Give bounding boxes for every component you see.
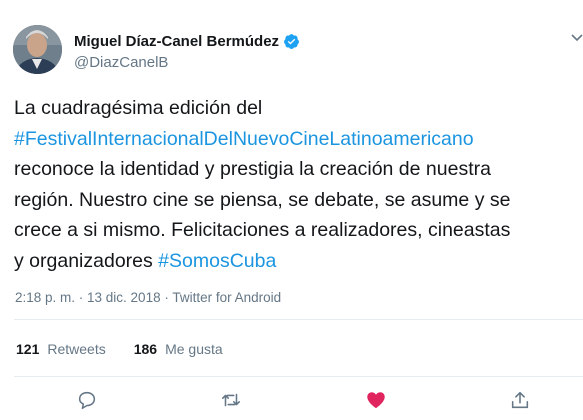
author-row: Miguel Díaz-Canel Bermúdez [74, 33, 300, 50]
divider [14, 319, 583, 320]
chevron-down-icon[interactable] [571, 31, 583, 45]
tweet-timestamp[interactable]: 2:18 p. m. · 13 dic. 2018 · Twitter for … [15, 290, 281, 305]
divider [14, 376, 583, 377]
tweet-text-segment: y organizadores [14, 249, 159, 272]
like-button[interactable] [365, 389, 389, 413]
author-name[interactable]: Miguel Díaz-Canel Bermúdez [74, 33, 279, 50]
reply-button[interactable] [76, 389, 100, 413]
retweet-icon [221, 393, 241, 407]
likes-label[interactable]: Me gusta [165, 341, 223, 357]
avatar[interactable] [13, 25, 62, 74]
heart-icon [367, 392, 385, 409]
verified-badge-icon [284, 34, 299, 49]
tweet-text-segment: reconoce la identidad y prestigia la cre… [14, 158, 491, 181]
tweet-text: La cuadragésima edición del #FestivalInte… [14, 93, 583, 277]
tweet-text-segment: La cuadragésima edición del [14, 97, 263, 119]
hashtag-link[interactable]: #SomosCuba [158, 250, 276, 272]
tweet-stats: 121 Retweets 186 Me gusta [16, 341, 223, 357]
tweet-text-line: #FestivalInternacionalDelNuevoCineLatino… [14, 124, 583, 155]
action-bar [0, 389, 583, 415]
share-icon [511, 391, 529, 409]
tweet-text-segment: crece a si mismo. Felicitaciones a reali… [14, 219, 511, 242]
share-button[interactable] [509, 389, 533, 413]
tweet-text-line: región. Nuestro cine se piensa, se debat… [14, 185, 583, 216]
tweet-text-line: y organizadores #SomosCuba [14, 246, 583, 277]
author-handle[interactable]: @DiazCanelB [74, 54, 168, 71]
retweets-count[interactable]: 121 [16, 341, 39, 357]
tweet-card: Miguel Díaz-Canel Bermúdez @DiazCanelB L… [0, 0, 583, 420]
tweet-text-line: reconoce la identidad y prestigia la cre… [14, 154, 583, 185]
tweet-text-line: La cuadragésima edición del [14, 93, 583, 124]
avatar-image [13, 25, 62, 74]
reply-icon [78, 391, 96, 410]
retweets-label[interactable]: Retweets [47, 341, 105, 357]
tweet-text-segment: región. Nuestro cine se piensa, se debat… [14, 188, 511, 211]
tweet-text-line: crece a si mismo. Felicitaciones a reali… [14, 215, 583, 246]
retweet-button[interactable] [220, 389, 244, 413]
likes-count[interactable]: 186 [134, 341, 157, 357]
hashtag-link[interactable]: #FestivalInternacionalDelNuevoCineLatino… [14, 128, 474, 150]
